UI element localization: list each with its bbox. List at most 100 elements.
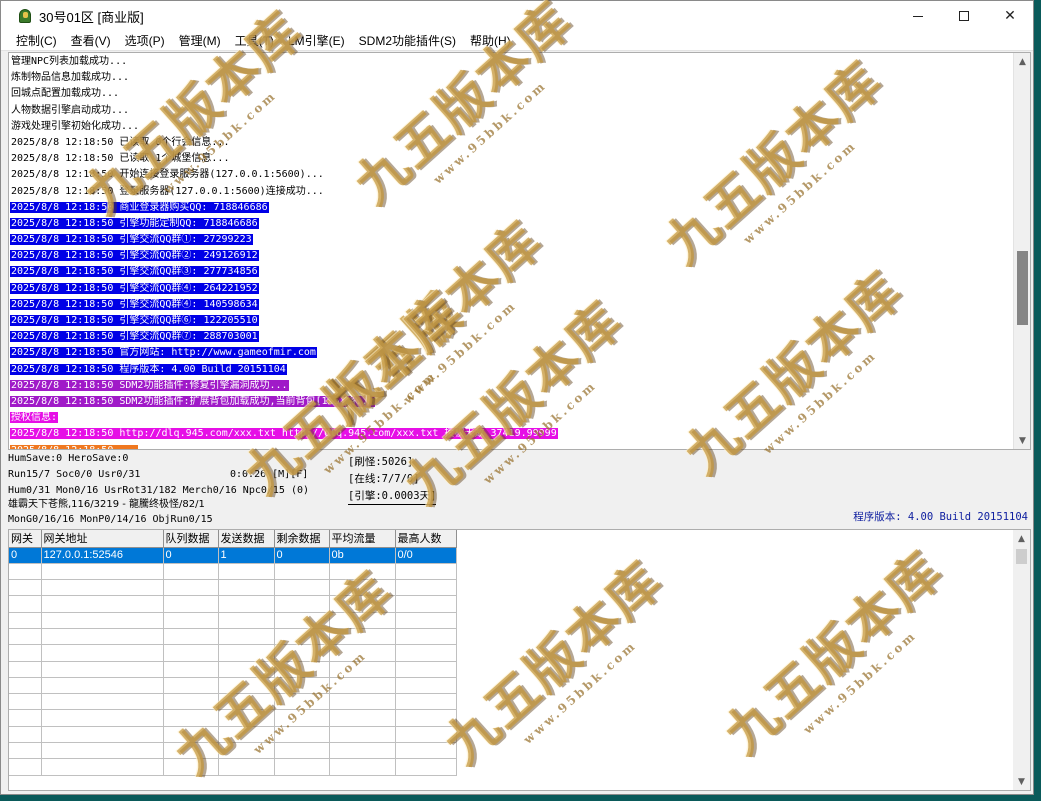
log-line-text: 2025/8/8 12:18:50 引擎交流QQ群②: 249126912 [10, 250, 259, 262]
table-cell [9, 612, 42, 629]
table-cell [329, 595, 396, 613]
table-row[interactable] [9, 709, 457, 727]
log-line: 2025/8/8 12:18:50 SDM2功能插件:扩展背包加载成功,当前背包… [10, 394, 1010, 410]
table-cell [41, 677, 164, 695]
table-cell [9, 563, 42, 581]
engine-counter: [引擎:0.0003天] [348, 489, 437, 505]
table-cell [329, 758, 396, 776]
version-label: 程序版本: 4.00 Build 20151104 [853, 511, 1028, 523]
table-cell [274, 726, 330, 744]
table-row[interactable] [9, 693, 457, 711]
log-line: 人物数据引擎启动成功... [10, 103, 1010, 119]
table-row[interactable] [9, 677, 457, 695]
log-line: 游戏处理引擎初始化成功... [10, 119, 1010, 135]
log-list: 管理NPC列表加载成功... 炼制物品信息加载成功... 回城点配置加载成功... 人… [10, 54, 1010, 449]
table-cell [274, 644, 330, 662]
table-row[interactable] [9, 628, 457, 646]
minimize-button[interactable] [895, 1, 941, 31]
table-cell [395, 579, 457, 597]
table-row[interactable] [9, 726, 457, 744]
online-counter: [在线:7/7/0] [348, 473, 420, 485]
table-cell [329, 677, 396, 695]
grid-column-header[interactable]: 队列数据 [163, 530, 219, 548]
table-cell [163, 693, 219, 711]
grid-scrollbar[interactable]: ▲ ▼ [1013, 530, 1030, 790]
grid-column-header[interactable]: 最高人数 [395, 530, 457, 548]
menu-item-0[interactable]: 控制(C) [9, 31, 64, 51]
table-cell [395, 595, 457, 613]
table-cell [218, 563, 275, 581]
log-scrollbar[interactable]: ▲ ▼ [1013, 53, 1030, 449]
table-cell [329, 726, 396, 744]
log-panel[interactable]: 管理NPC列表加载成功... 炼制物品信息加载成功... 回城点配置加载成功... 人… [8, 52, 1031, 450]
table-cell [163, 677, 219, 695]
title-bar[interactable]: 30号01区 [商业版] ✕ [1, 1, 1033, 31]
table-cell [9, 644, 42, 662]
menu-item-3[interactable]: 管理(M) [172, 31, 228, 51]
scroll-down-icon[interactable]: ▼ [1014, 432, 1030, 449]
table-row[interactable] [9, 644, 457, 662]
table-cell [9, 742, 42, 760]
table-row[interactable] [9, 612, 457, 629]
table-row[interactable] [9, 563, 457, 581]
grid-scroll-up-icon[interactable]: ▲ [1013, 530, 1030, 547]
table-cell [329, 612, 396, 629]
table-cell [274, 709, 330, 727]
table-cell [395, 612, 457, 629]
grid-column-header[interactable]: 网关 [9, 530, 42, 548]
log-line: 2025/8/8 12:18:50 引擎交流QQ群⑦: 288703001 [10, 329, 1010, 345]
scroll-up-icon[interactable]: ▲ [1014, 53, 1030, 70]
table-cell [163, 758, 219, 776]
menu-item-6[interactable]: SDM2功能插件(S) [352, 31, 463, 51]
table-cell: 1 [218, 547, 275, 564]
table-row[interactable]: 0 127.0.0.1:52546 0 1 0 0b 0/0 [9, 547, 457, 564]
menu-item-4[interactable]: 工具(T) [228, 31, 281, 51]
table-cell [329, 709, 396, 727]
log-line: 授权信息: [10, 410, 1010, 426]
table-cell [41, 709, 164, 727]
table-cell [395, 693, 457, 711]
table-cell [163, 742, 219, 760]
grid-column-header[interactable]: 发送数据 [218, 530, 275, 548]
table-cell [218, 742, 275, 760]
table-row[interactable] [9, 742, 457, 760]
table-row[interactable] [9, 661, 457, 678]
table-cell [163, 726, 219, 744]
table-cell [329, 644, 396, 662]
menu-item-7[interactable]: 帮助(H) [463, 31, 518, 51]
gateway-grid[interactable]: 网关 网关地址 队列数据 发送数据 剩余数据 平均流量 最高人数 0 127.0.0.1:52… [8, 529, 1031, 791]
table-cell [329, 742, 396, 760]
status-run: Run15/7 Soc0/0 Usr0/31 [8, 469, 141, 480]
table-cell [163, 661, 219, 678]
menu-item-1[interactable]: 查看(V) [64, 31, 118, 51]
table-cell [163, 628, 219, 646]
menu-item-5[interactable]: LM引擎(E) [281, 31, 352, 51]
maximize-button[interactable] [941, 1, 987, 31]
table-cell [163, 595, 219, 613]
log-line-text: 授权信息: [10, 412, 59, 424]
table-row[interactable] [9, 758, 457, 776]
table-row[interactable] [9, 595, 457, 613]
table-cell [274, 628, 330, 646]
table-cell [41, 758, 164, 776]
log-line: 管理NPC列表加载成功... [10, 54, 1010, 70]
grid-scroll-thumb[interactable] [1016, 549, 1027, 564]
grid-column-header[interactable]: 网关地址 [41, 530, 164, 548]
log-scroll-thumb[interactable] [1017, 251, 1028, 325]
table-cell [41, 563, 164, 581]
maximize-icon [959, 11, 969, 21]
table-cell [218, 677, 275, 695]
log-line-text: 2025/8/8 12:18:50 引擎交流QQ群③: 277734856 [10, 266, 259, 278]
table-cell [329, 628, 396, 646]
grid-column-header[interactable]: 剩余数据 [274, 530, 330, 548]
log-line-text: 炼制物品信息加载成功... [11, 72, 130, 84]
grid-column-header[interactable]: 平均流量 [329, 530, 396, 548]
table-row[interactable] [9, 579, 457, 597]
log-line-text: 管理NPC列表加载成功... [11, 56, 128, 67]
log-line-text: 2025/8/8 12:18:50 引擎交流QQ群④: 140598634 [10, 298, 259, 310]
table-cell [274, 758, 330, 776]
close-button[interactable]: ✕ [987, 1, 1033, 31]
table-cell [218, 709, 275, 727]
grid-scroll-down-icon[interactable]: ▼ [1013, 773, 1030, 790]
menu-item-2[interactable]: 选项(P) [118, 31, 172, 51]
